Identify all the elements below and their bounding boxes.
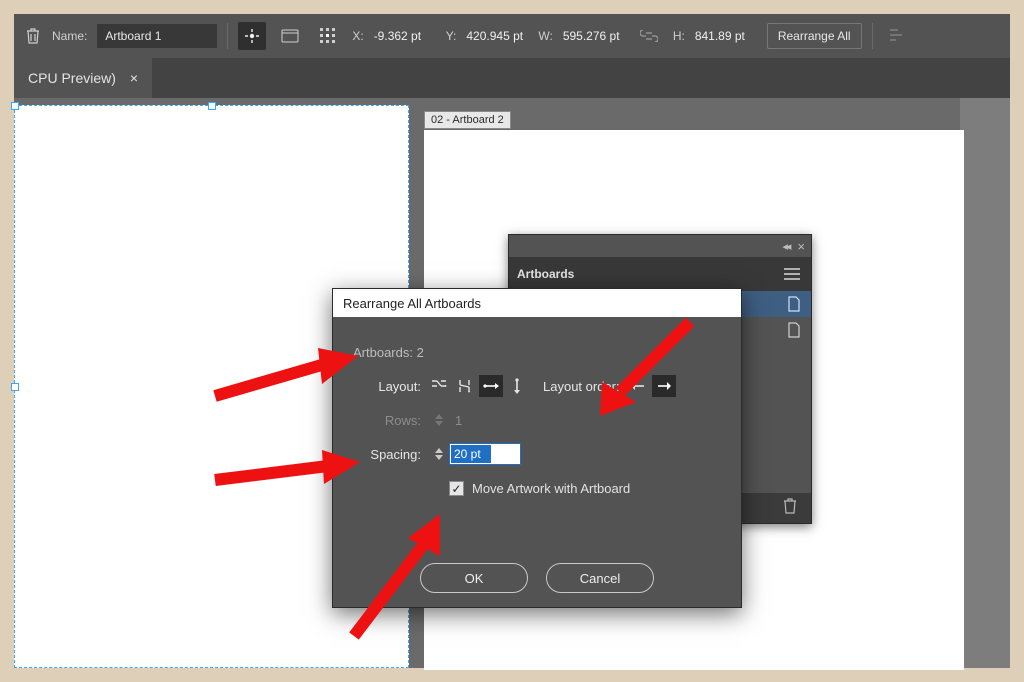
layout-grid-row-button[interactable] [427, 375, 451, 397]
panel-topbar: ◂◂ × [509, 235, 811, 257]
separator [872, 23, 873, 49]
spacing-stepper[interactable] [431, 443, 447, 465]
move-artwork-label: Move Artwork with Artboard [472, 481, 630, 496]
artboards-count-label: Artboards: 2 [353, 345, 424, 360]
link-wh-button[interactable] [635, 22, 663, 50]
artboard-name-input[interactable] [97, 24, 217, 48]
document-tab[interactable]: CPU Preview) × [14, 58, 152, 98]
x-value[interactable]: -9.362 pt [374, 29, 436, 43]
arrow-left-icon [631, 380, 645, 392]
w-label: W: [538, 29, 552, 43]
cancel-button[interactable]: Cancel [546, 563, 654, 593]
layout-grid-col-button[interactable] [453, 375, 477, 397]
move-artwork-checkbox[interactable]: ✓ [449, 481, 464, 496]
page-icon [281, 29, 299, 43]
artboard-2-label[interactable]: 02 - Artboard 2 [424, 111, 511, 129]
grid-n-icon [457, 379, 473, 393]
tab-close-button[interactable]: × [130, 70, 138, 86]
dialog-footer: OK Cancel [333, 563, 741, 593]
align-icon [888, 27, 906, 45]
separator [227, 23, 228, 49]
panel-tab-artboards[interactable]: Artboards [517, 267, 574, 281]
dialog-title: Rearrange All Artboards [333, 289, 741, 317]
refpoint-icon [319, 27, 337, 45]
delete-artboard-button[interactable] [783, 498, 797, 519]
align-button[interactable] [883, 22, 911, 50]
order-ltr-button[interactable] [626, 375, 650, 397]
delete-artboard-button[interactable] [24, 27, 42, 45]
w-value[interactable]: 595.276 pt [563, 29, 625, 43]
y-label: Y: [446, 29, 457, 43]
order-rtl-button[interactable] [652, 375, 676, 397]
h-value[interactable]: 841.89 pt [695, 29, 757, 43]
grid-z-icon [431, 379, 447, 393]
arrow-right-icon [657, 380, 671, 392]
name-label: Name: [52, 29, 87, 43]
trash-icon [26, 28, 40, 44]
layout-label: Layout: [353, 379, 427, 394]
layout-order-buttons [626, 375, 676, 397]
tab-title: CPU Preview) [28, 70, 116, 86]
rows-value: 1 [455, 413, 462, 428]
artboard-icon [787, 322, 801, 338]
panel-collapse-button[interactable]: ◂◂ [782, 240, 789, 253]
artboard-icon [787, 296, 801, 312]
app-frame: Name: X: -9.362 pt Y: 420.945 pt W: 595.… [14, 14, 1010, 668]
canvas-gutter [960, 98, 1010, 668]
layout-order-label: Layout order: [543, 379, 620, 394]
x-label: X: [352, 29, 363, 43]
orientation-button[interactable] [276, 22, 304, 50]
rearrange-all-button[interactable]: Rearrange All [767, 23, 862, 49]
rows-stepper [431, 409, 447, 431]
layout-col-button[interactable] [505, 375, 529, 397]
rows-label: Rows: [353, 413, 427, 428]
spacing-input[interactable] [449, 443, 521, 465]
row-icon [483, 380, 499, 392]
options-bar: Name: X: -9.362 pt Y: 420.945 pt W: 595.… [14, 14, 1010, 58]
h-label: H: [673, 29, 685, 43]
panel-tabbar: Artboards [509, 257, 811, 291]
y-value[interactable]: 420.945 pt [466, 29, 528, 43]
presets-button[interactable] [238, 22, 266, 50]
document-tabstrip: CPU Preview) × [14, 58, 1010, 98]
spacing-label: Spacing: [353, 447, 427, 462]
panel-close-button[interactable]: × [797, 239, 805, 254]
hamburger-icon [784, 268, 800, 280]
col-icon [511, 378, 523, 394]
layout-row-button[interactable] [479, 375, 503, 397]
layout-buttons [427, 375, 529, 397]
ok-button[interactable]: OK [420, 563, 528, 593]
reference-point-button[interactable] [314, 22, 342, 50]
rearrange-dialog: Rearrange All Artboards Artboards: 2 Lay… [332, 288, 742, 608]
panel-menu-button[interactable] [781, 263, 803, 285]
crosshair-icon [244, 28, 260, 44]
chainlink-icon [640, 30, 658, 42]
trash-icon [783, 498, 797, 514]
